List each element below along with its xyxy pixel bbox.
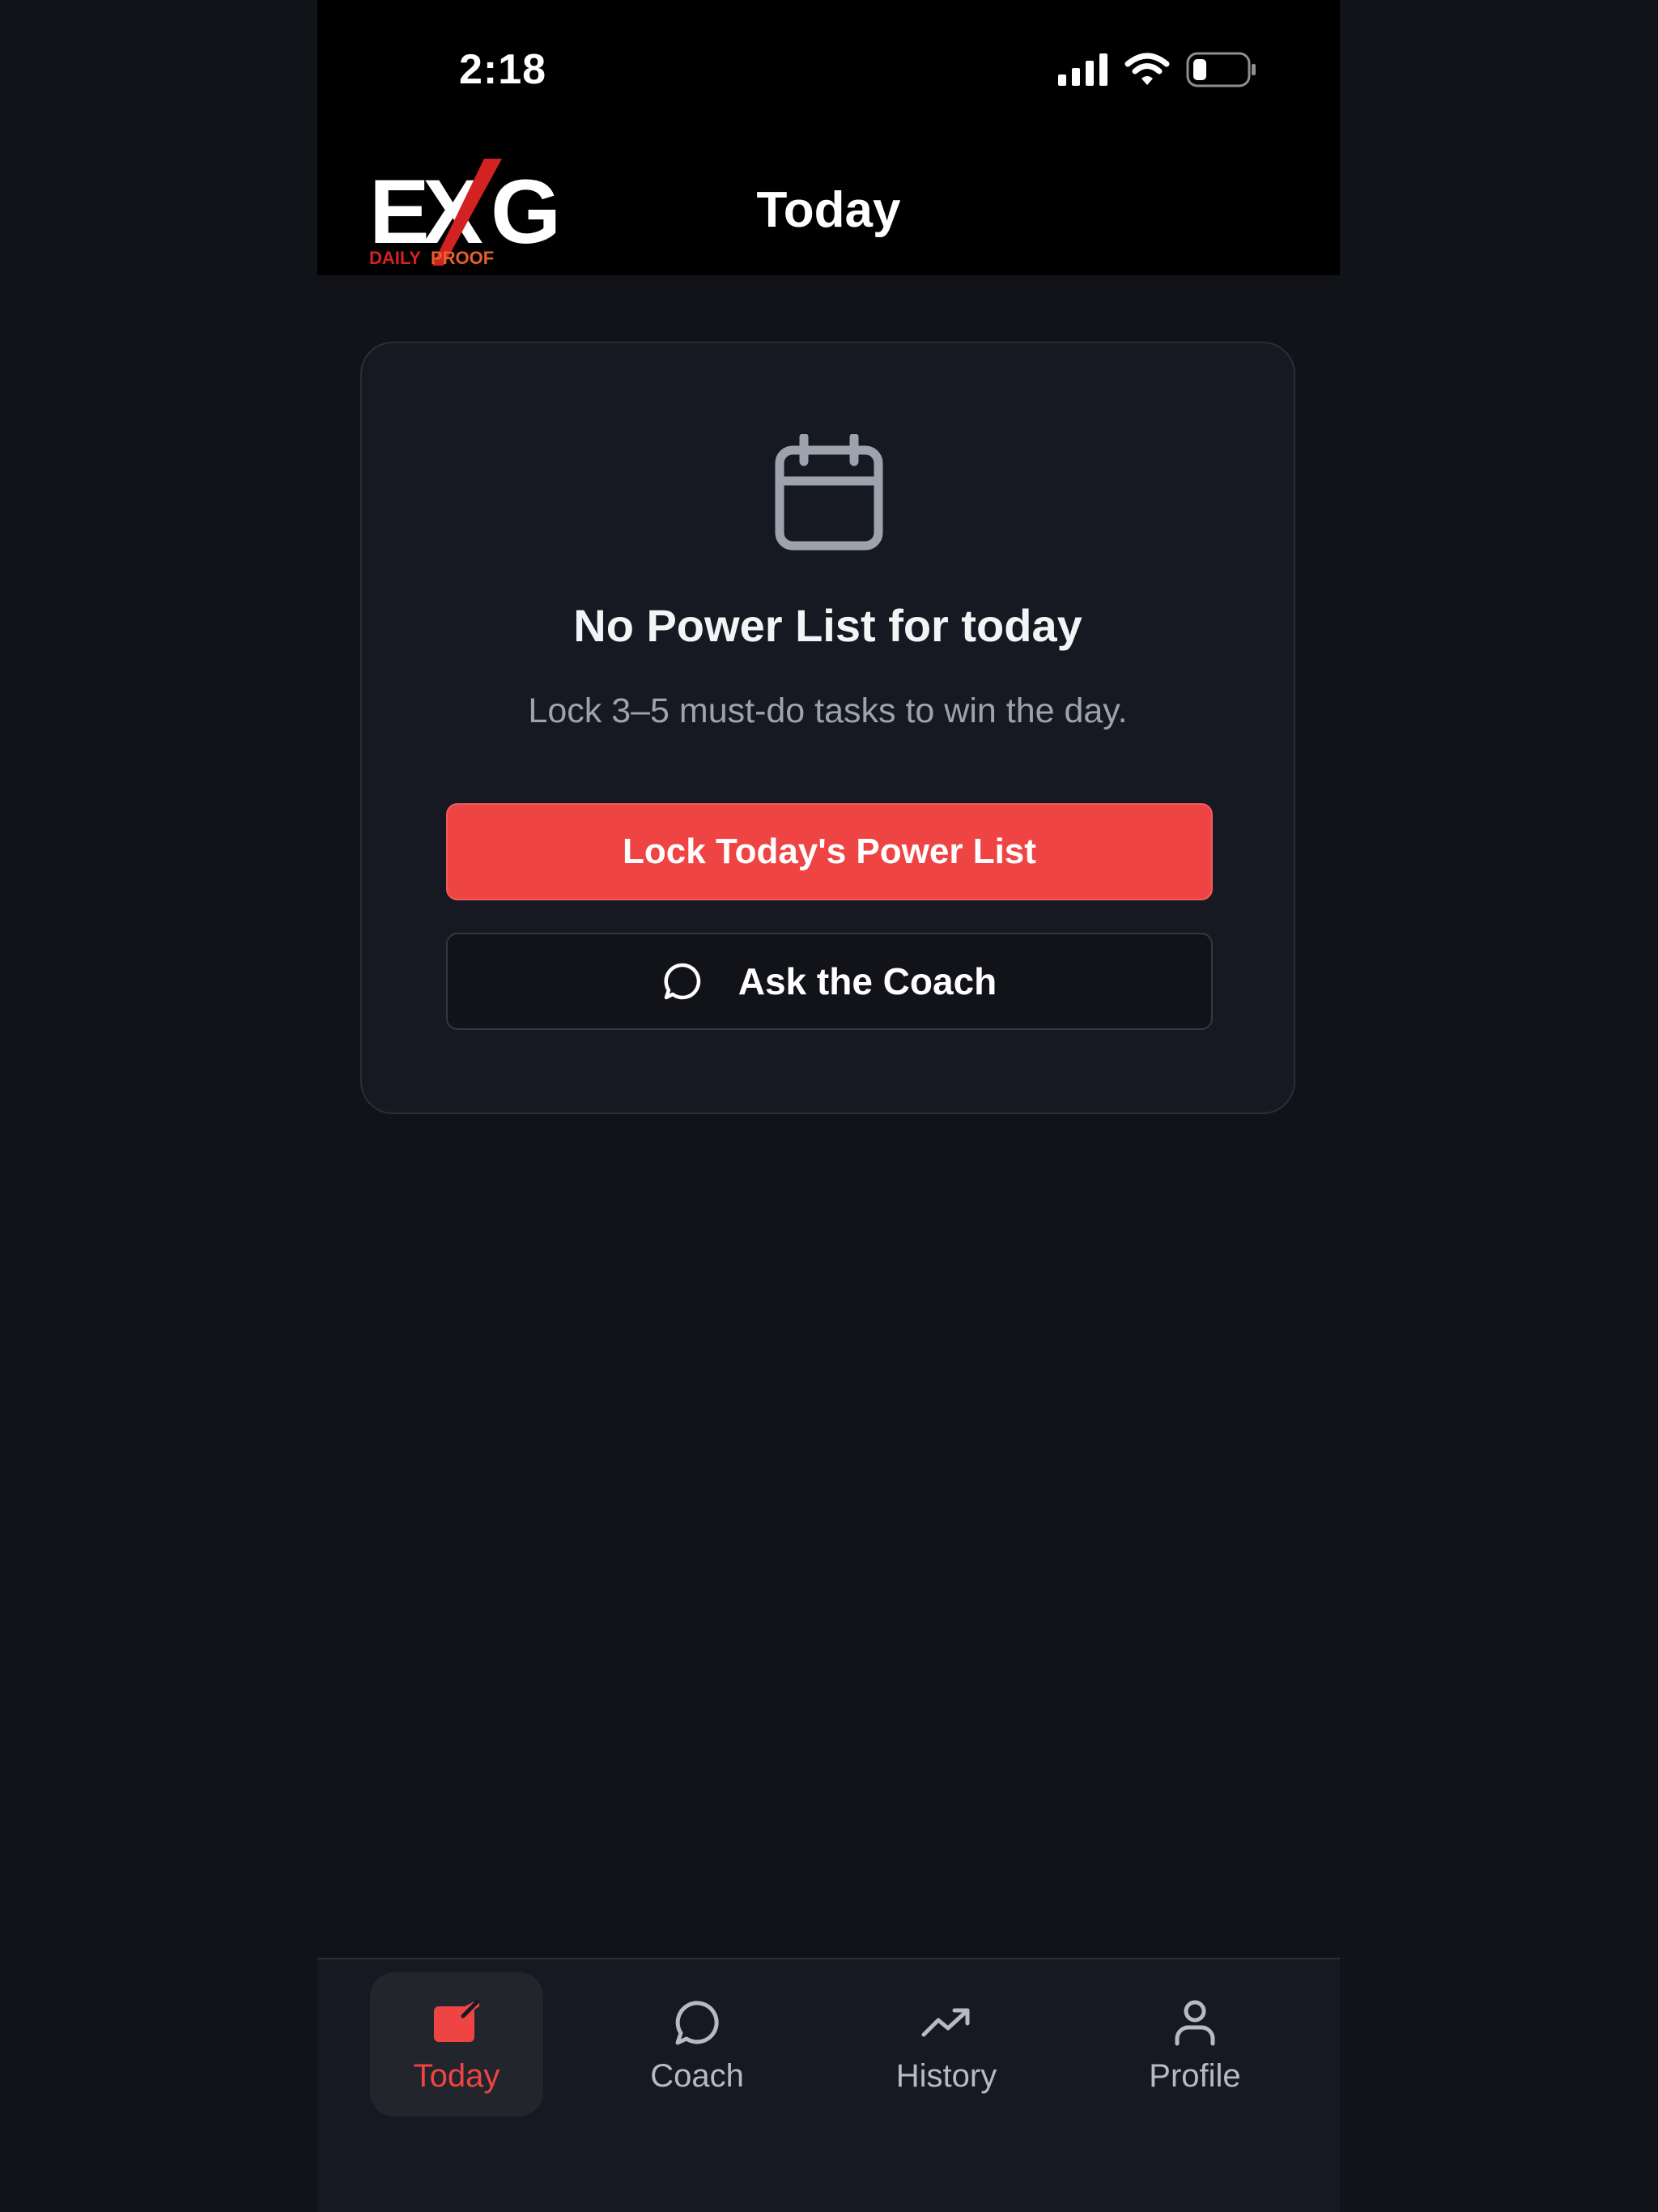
tab-history[interactable]: History <box>860 1972 1033 2116</box>
tab-today-label: Today <box>413 2058 500 2094</box>
empty-state-card: No Power List for today Lock 3–5 must-do… <box>360 342 1295 1114</box>
lock-power-list-button[interactable]: Lock Today's Power List <box>446 803 1213 900</box>
app-screen: 2:18 E X G DAILY PROOF Today No Power Li… <box>317 0 1340 2212</box>
bottom-tab-bar: Today Coach History Profile <box>317 1958 1340 2212</box>
wifi-icon <box>1124 53 1170 85</box>
status-bar: 2:18 <box>317 0 1340 138</box>
empty-state-title: No Power List for today <box>573 600 1082 651</box>
ask-coach-button-label: Ask the Coach <box>738 960 997 1002</box>
tab-today[interactable]: Today <box>370 1972 543 2116</box>
battery-icon <box>1186 52 1256 87</box>
svg-text:DAILY: DAILY <box>369 248 421 266</box>
tab-profile[interactable]: Profile <box>1108 1972 1282 2116</box>
app-header: E X G DAILY PROOF Today <box>317 138 1340 275</box>
tab-profile-label: Profile <box>1149 2058 1241 2094</box>
status-icons <box>1058 52 1257 87</box>
user-icon <box>1169 1997 1221 2048</box>
tab-coach[interactable]: Coach <box>610 1972 784 2116</box>
tab-history-label: History <box>895 2058 997 2094</box>
svg-text:PROOF: PROOF <box>431 248 494 266</box>
page-title: Today <box>756 182 901 238</box>
cellular-signal-icon <box>1058 53 1107 86</box>
ask-coach-button[interactable]: Ask the Coach <box>446 933 1213 1030</box>
calendar-icon <box>775 434 883 551</box>
chat-bubble-icon <box>662 961 703 1002</box>
chat-bubble-icon <box>671 1997 723 2048</box>
today-icon <box>431 1997 483 2048</box>
status-time: 2:18 <box>459 46 547 93</box>
empty-state-subtitle: Lock 3–5 must-do tasks to win the day. <box>528 691 1128 730</box>
trending-up-icon <box>920 1997 972 2048</box>
lock-power-list-button-label: Lock Today's Power List <box>623 832 1036 871</box>
tab-coach-label: Coach <box>650 2058 744 2094</box>
